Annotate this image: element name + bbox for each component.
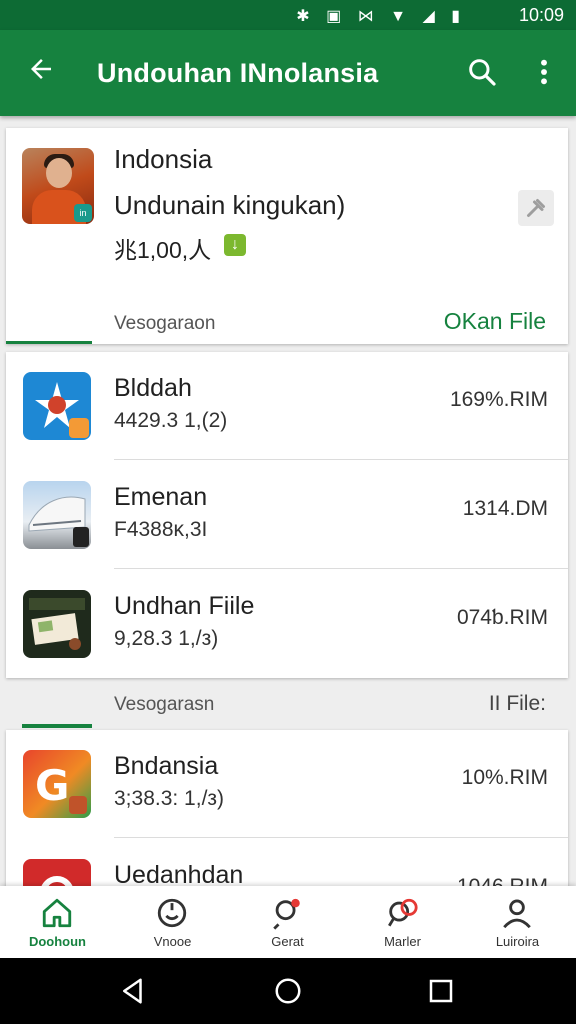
item-name: Blddah [114, 374, 192, 402]
app-bar: Undouhan INnolansia [0, 30, 576, 116]
section-files-link[interactable]: II File: [489, 692, 546, 716]
chat-bubble-icon [388, 898, 418, 927]
section-header: Vesogarasn II File: [0, 686, 576, 728]
g-logo-icon: G [23, 750, 91, 818]
nav-label: Gerat [271, 934, 304, 949]
search-person-icon [273, 898, 300, 930]
nav-label: Vnooe [153, 934, 192, 949]
nav-label: Luiroira [495, 934, 540, 949]
nav-label: Doohoun [28, 934, 87, 949]
page-title: Undouhan INnolansia [97, 58, 379, 88]
pin-icon[interactable] [518, 190, 554, 226]
open-file-button[interactable]: OKan File [444, 308, 546, 335]
item-size: 10%.RIM [461, 766, 548, 789]
nav-label: Marler [384, 934, 421, 949]
featured-price: 兆1,00,人 [114, 237, 212, 263]
nav-item-face[interactable]: Vnooe [115, 886, 230, 958]
section-label: Vesogarasn [114, 694, 215, 715]
featured-thumbnail: in [22, 148, 94, 224]
status-bar: ✱ ▣ ⋈ ▼ ◢ ▮ 10:09 [0, 0, 576, 30]
nav-item-chat[interactable]: Marler [345, 886, 460, 958]
item-size: 1314.DM [462, 497, 548, 520]
list-item[interactable]: Undhan Fiile 9,28.3 1,/з) 074ƅ.RIM [6, 570, 568, 678]
back-arrow-icon[interactable] [26, 54, 56, 84]
more-vert-icon[interactable] [534, 56, 554, 88]
item-size: 074ƅ.RIM [456, 606, 548, 629]
nav-item-search[interactable]: Gerat [230, 886, 345, 958]
item-name: Undhan Fiile [114, 592, 255, 620]
status-icons: ✱ ▣ ⋈ ▼ ◢ ▮ [296, 8, 466, 25]
list-item[interactable]: Blddah 4429.3 1,(2) 169%.RIM [6, 352, 568, 460]
featured-category: Vesogaraon [114, 313, 216, 334]
item-size: 169%.RIM [449, 388, 548, 411]
list-item[interactable]: G Bndansia 3;38.3: 1,/з) 10%.RIM [6, 730, 568, 838]
system-nav-bar [0, 958, 576, 1024]
home-circle-icon[interactable] [273, 976, 303, 1006]
item-meta: 3;38.3: 1,/з) [114, 787, 225, 810]
featured-subtitle: Undunain kingukan) [114, 190, 346, 220]
bottom-navigation: Doohoun Vnooe Gerat Marler Luiroira [0, 886, 576, 958]
item-name: Bndansia [114, 752, 219, 780]
download-badge-icon: ↓ [224, 234, 246, 256]
featured-download-card[interactable]: in Indonsia Undunain kingukan) 兆1,00,人 ↓… [6, 128, 568, 344]
flower-emblem-icon [23, 372, 91, 440]
back-triangle-icon[interactable] [118, 976, 148, 1006]
tab-indicator [6, 341, 92, 344]
list-item[interactable]: Emenan F4388ĸ,3I 1314.DM [6, 461, 568, 569]
person-icon [503, 899, 531, 929]
download-list: Blddah 4429.3 1,(2) 169%.RIM Emenan F438… [6, 352, 568, 678]
recents-square-icon[interactable] [426, 976, 456, 1006]
svg-text:G: G [35, 761, 69, 810]
home-icon [42, 898, 72, 928]
app-badge-icon: in [74, 204, 92, 222]
search-icon[interactable] [466, 56, 498, 88]
item-meta: 9,28.3 1,/з) [114, 627, 219, 650]
section-indicator [22, 724, 92, 728]
stadium-icon [23, 481, 91, 549]
nav-item-home[interactable]: Doohoun [0, 886, 115, 958]
book-icon [23, 590, 91, 658]
featured-name: Indonsia [114, 144, 213, 174]
nav-item-profile[interactable]: Luiroira [460, 886, 575, 958]
status-time: 10:09 [518, 5, 564, 25]
face-icon [157, 898, 187, 928]
download-list-secondary: G Bndansia 3;38.3: 1,/з) 10%.RIM Uedanhd… [6, 730, 568, 927]
item-name: Emenan [114, 483, 208, 511]
item-meta: F4388ĸ,3I [114, 518, 208, 541]
item-meta: 4429.3 1,(2) [114, 409, 228, 432]
